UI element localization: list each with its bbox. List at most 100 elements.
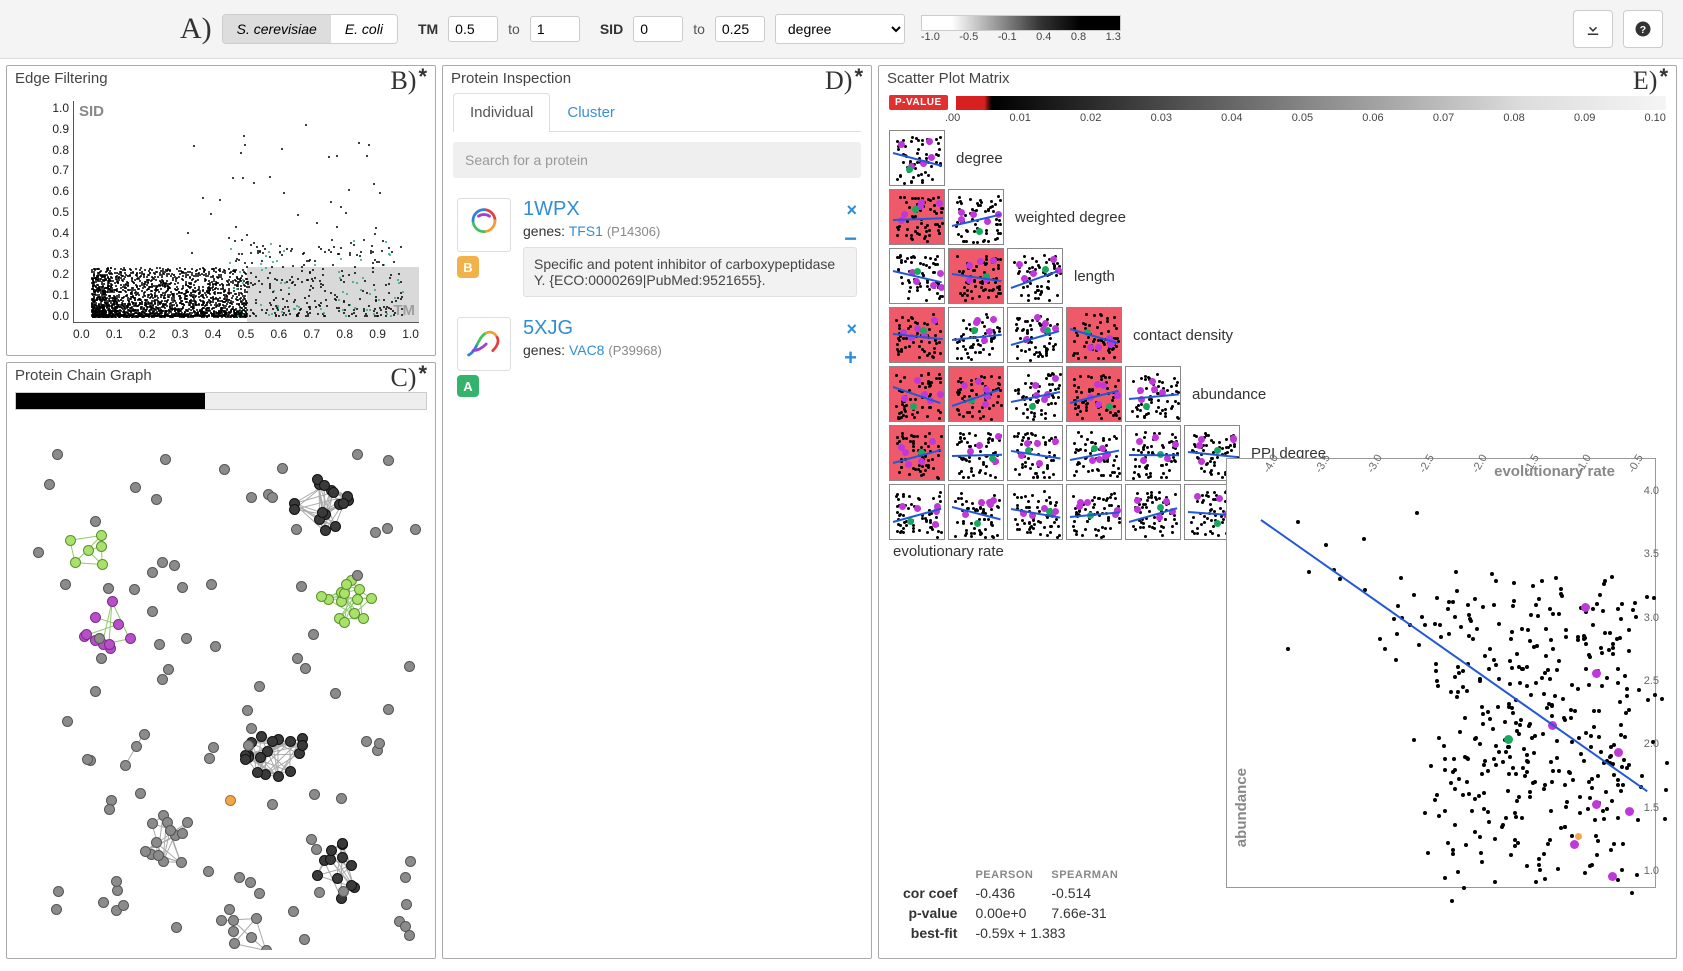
panel-c-title: Protein Chain Graph [7, 363, 435, 386]
network-graph[interactable] [15, 410, 427, 950]
pvalue-colorbar [956, 96, 1666, 110]
asterisk-icon: * [418, 64, 427, 90]
detail-y-title: abundance [1233, 768, 1250, 847]
splom-cell[interactable] [1125, 366, 1181, 422]
structure-thumbnail[interactable] [457, 198, 511, 252]
structure-thumbnail[interactable] [457, 317, 511, 371]
protein-id-link[interactable]: 5XJG [523, 317, 857, 340]
graph-size-bar[interactable] [15, 392, 427, 410]
edge-filtering-panel: Edge Filtering B)* SID TM 1.00.90.80.70.… [6, 65, 436, 356]
splom-row-label: contact density [1133, 327, 1233, 344]
protein-id-link[interactable]: 1WPX [523, 198, 857, 221]
species-ec-button[interactable]: E. coli [331, 15, 397, 43]
splom-cell[interactable] [948, 189, 1004, 245]
splom-row-label: abundance [1192, 386, 1266, 403]
panel-letter-c: C) [390, 363, 416, 393]
protein-inspection-panel: Protein Inspection D)* Individual Cluste… [442, 65, 872, 959]
splom-cell[interactable] [1066, 366, 1122, 422]
accession: (P39968) [608, 343, 661, 358]
splom-row-label: length [1074, 268, 1115, 285]
collapse-icon[interactable]: − [844, 226, 857, 252]
sort-select[interactable]: degree [775, 14, 905, 44]
close-icon[interactable]: × [846, 319, 857, 340]
pvalue-chip: P-VALUE [889, 95, 948, 110]
correlation-stats: PEARSONSPEARMAN cor coef-0.436-0.514 p-v… [893, 866, 1128, 944]
panel-b-title: Edge Filtering [7, 66, 435, 89]
protein-chain-graph-panel: Protein Chain Graph C)* [6, 362, 436, 959]
splom-row-label: weighted degree [1015, 209, 1126, 226]
species-toggle: S. cerevisiae E. coli [222, 14, 398, 44]
pvalue-ticks: .000.010.020.030.040.050.060.070.080.090… [945, 112, 1666, 124]
sid-to-word: to [693, 21, 705, 37]
correlation-colorscale: -1.0 -0.5 -0.1 0.4 0.8 1.3 [921, 15, 1121, 43]
svg-text:?: ? [1640, 24, 1646, 36]
splom-cell[interactable] [1125, 484, 1181, 540]
splom-cell[interactable] [948, 307, 1004, 363]
panel-letter-b: B) [390, 66, 416, 96]
tm-to-input[interactable] [530, 16, 580, 42]
splom-cell[interactable] [1007, 425, 1063, 481]
scatter-plot-matrix-panel: Scatter Plot Matrix E)* P-VALUE .000.010… [878, 65, 1677, 959]
tab-cluster[interactable]: Cluster [550, 93, 632, 131]
scatter-b-yticks: 1.00.90.80.70.60.50.40.30.20.10.0 [41, 101, 69, 323]
gene-link[interactable]: VAC8 [569, 342, 605, 358]
splom-cell[interactable] [889, 484, 945, 540]
splom-cell[interactable] [948, 248, 1004, 304]
sid-from-input[interactable] [633, 16, 683, 42]
splom-cell[interactable] [1007, 248, 1063, 304]
genes-label: genes: [523, 342, 565, 358]
genes-label: genes: [523, 223, 565, 239]
panel-e-title: Scatter Plot Matrix [879, 66, 1676, 89]
panel-letter-a: A) [180, 12, 212, 46]
panel-d-title: Protein Inspection [443, 66, 871, 89]
question-icon: ? [1634, 20, 1652, 38]
splom-cell[interactable] [889, 366, 945, 422]
species-sc-button[interactable]: S. cerevisiae [223, 15, 331, 43]
splom-cell[interactable] [948, 484, 1004, 540]
chain-badge: B [457, 256, 479, 278]
tm-label: TM [418, 21, 438, 37]
protein-card: A 5XJG genes: VAC8 (P39968) × + [443, 307, 871, 407]
splom-cell[interactable] [1007, 307, 1063, 363]
splom-cell[interactable] [1007, 366, 1063, 422]
panel-letter-e: E) [1633, 66, 1658, 96]
protein-description: Specific and potent inhibitor of carboxy… [523, 247, 857, 297]
panel-letter-d: D) [825, 66, 852, 96]
splom-cell[interactable] [1007, 484, 1063, 540]
edge-filter-scatter[interactable]: SID TM 1.00.90.80.70.60.50.40.30.20.10.0… [17, 95, 425, 345]
sid-label: SID [600, 21, 623, 37]
splom-cell[interactable] [889, 130, 945, 186]
detail-scatter[interactable]: evolutionary rate abundance -4.0-3.5-3.0… [1226, 458, 1656, 888]
download-icon [1584, 20, 1602, 38]
splom-row-label: evolutionary rate [893, 543, 1004, 560]
splom-cell[interactable] [1066, 484, 1122, 540]
sid-to-input[interactable] [715, 16, 765, 42]
gene-link[interactable]: TFS1 [569, 223, 603, 239]
inspection-tabs: Individual Cluster [453, 93, 861, 132]
download-button[interactable] [1573, 10, 1613, 48]
tm-from-input[interactable] [448, 16, 498, 42]
splom-cell[interactable] [889, 425, 945, 481]
splom-cell[interactable] [889, 307, 945, 363]
expand-icon[interactable]: + [844, 345, 857, 371]
detail-yticks: 4.03.53.02.52.01.51.0 [1644, 485, 1659, 877]
splom-cell[interactable] [1066, 425, 1122, 481]
detail-xticks: -4.0-3.5-3.0-2.5-2.0-1.5-1.0-0.5 [1261, 469, 1645, 481]
scatter-b-xticks: 0.00.10.20.30.40.50.60.70.80.91.0 [73, 327, 419, 341]
splom-cell[interactable] [1066, 307, 1122, 363]
close-icon[interactable]: × [846, 200, 857, 221]
top-toolbar: A) S. cerevisiae E. coli TM to SID to de… [0, 0, 1683, 59]
splom-cell[interactable] [889, 189, 945, 245]
tab-individual[interactable]: Individual [453, 93, 550, 132]
asterisk-icon: * [418, 361, 427, 387]
splom-cell[interactable] [1125, 425, 1181, 481]
splom-cell[interactable] [948, 366, 1004, 422]
help-button[interactable]: ? [1623, 10, 1663, 48]
asterisk-icon: * [1659, 64, 1668, 90]
splom-row-label: degree [956, 150, 1003, 167]
splom-cell[interactable] [948, 425, 1004, 481]
accession: (P14306) [607, 224, 660, 239]
asterisk-icon: * [854, 64, 863, 90]
protein-search-input[interactable]: Search for a protein [453, 142, 861, 178]
splom-cell[interactable] [889, 248, 945, 304]
